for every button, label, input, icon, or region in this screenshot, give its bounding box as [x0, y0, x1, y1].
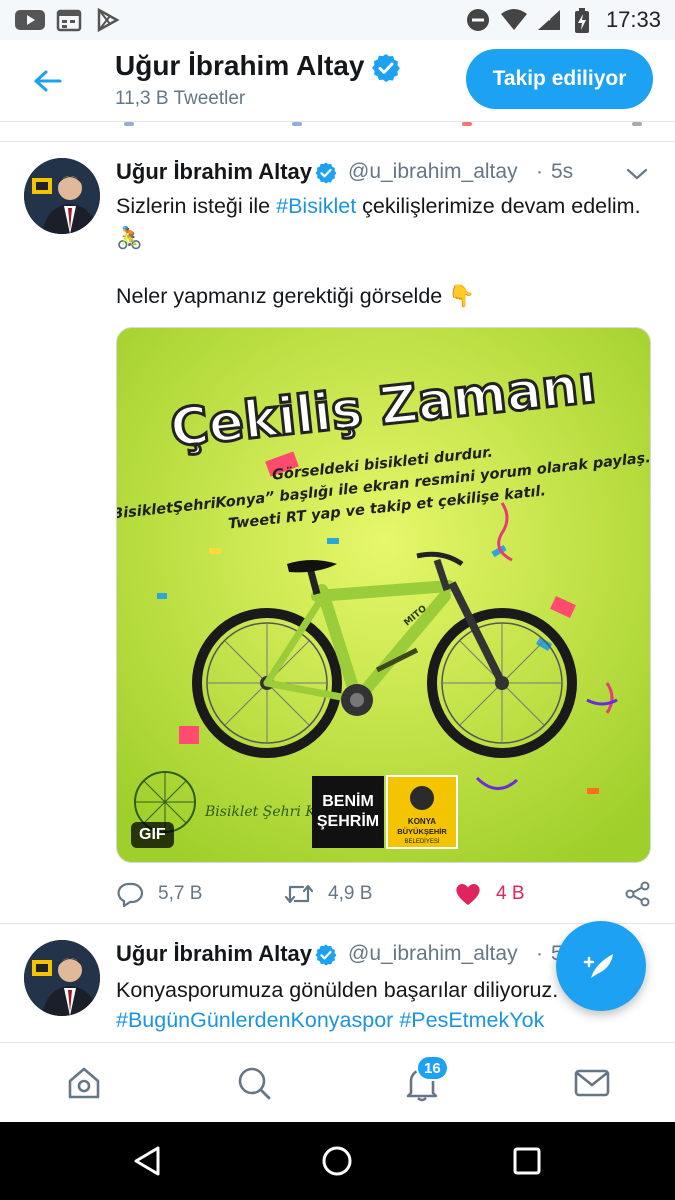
like-count: 4 B	[496, 883, 525, 904]
tweet-author-name[interactable]: Uğur İbrahim Altay	[116, 159, 312, 185]
remnant-mark	[632, 122, 642, 126]
reply-button[interactable]: 5,7 B	[116, 872, 202, 916]
tweet-text-part: Sizlerin isteği ile	[116, 194, 277, 218]
verified-badge-icon	[315, 944, 337, 966]
tweet-timestamp: 5s	[551, 160, 574, 183]
like-button[interactable]: 4 B	[454, 872, 525, 916]
benim-sehrim-logo	[312, 776, 384, 848]
heart-icon	[456, 883, 480, 905]
system-navigation-bar	[0, 1122, 675, 1200]
profile-name: Uğur İbrahim Altay	[115, 50, 365, 81]
remnant-mark	[462, 122, 472, 126]
wifi-icon	[501, 9, 527, 30]
compose-tweet-button[interactable]	[556, 921, 646, 1011]
tweet-text: Sizlerin isteği ile #Bisiklet çekilişler…	[116, 190, 646, 254]
tweet-text: Konyasporumuza gönülden başarılar diliyo…	[116, 978, 559, 1002]
messages-envelope-icon[interactable]	[572, 1063, 612, 1103]
tweet-actions: 5,7 B 4,9 B 4 B	[0, 872, 675, 916]
reply-count: 5,7 B	[158, 883, 203, 904]
konya-logo-text-2: BÜYÜKŞEHİR	[397, 827, 447, 836]
home-icon[interactable]	[64, 1063, 104, 1103]
tweet-author-name[interactable]: Uğur İbrahim Altay	[116, 941, 312, 967]
tweet-author-handle[interactable]: @u_ibrahim_altay	[348, 942, 518, 966]
system-home-icon[interactable]	[320, 1144, 354, 1178]
verified-badge-icon	[372, 54, 400, 82]
compose-feather-icon	[583, 954, 613, 978]
bottom-navigation: 16	[0, 1042, 675, 1122]
youtube-icon	[15, 10, 45, 30]
avatar-image	[24, 158, 100, 234]
benim-sehrim-text-1: BENİM	[322, 792, 374, 810]
following-button[interactable]: Takip ediliyor	[466, 49, 653, 109]
avatar[interactable]	[24, 940, 100, 1016]
share-icon	[625, 881, 650, 907]
avatar[interactable]	[24, 158, 100, 234]
system-recents-icon[interactable]	[510, 1144, 544, 1178]
battery-icon	[575, 8, 589, 33]
share-button[interactable]	[624, 872, 652, 916]
notifications-badge: 16	[416, 1055, 449, 1081]
remnant-mark	[292, 122, 302, 126]
verified-badge-icon	[315, 162, 337, 184]
tweet-hashtags: #BugünGünlerdenKonyaspor #PesEtmekYok	[116, 1004, 646, 1036]
search-icon[interactable]	[234, 1063, 274, 1103]
signal-icon	[538, 10, 560, 30]
retweet-count: 4,9 B	[328, 883, 373, 904]
konya-logo-text-1: KONYA	[408, 817, 436, 826]
do-not-disturb-icon	[467, 9, 489, 31]
media-illustration: Çekiliş Zamanı Görseldeki bisikleti durd…	[117, 328, 650, 862]
status-bar: 17:33	[0, 0, 675, 40]
retweet-icon	[284, 884, 314, 904]
reply-icon	[117, 882, 144, 907]
previous-tweet-remnant	[0, 122, 675, 142]
play-store-icon	[97, 8, 120, 32]
clock: 17:33	[605, 7, 661, 32]
back-arrow-icon[interactable]	[30, 64, 64, 98]
chevron-down-icon[interactable]	[625, 166, 649, 182]
avatar-image	[24, 940, 100, 1016]
gif-badge[interactable]: GIF	[131, 822, 174, 848]
tweet-dot-separator: ·	[536, 942, 543, 965]
tweet-author-handle[interactable]: @u_ibrahim_altay	[348, 160, 518, 184]
benim-sehrim-text-2: ŞEHRİM	[317, 812, 379, 830]
hashtag-link[interactable]: #BugünGünlerdenKonyaspor	[116, 1008, 393, 1032]
tweet-media-gif[interactable]: Çekiliş Zamanı Görseldeki bisikleti durd…	[116, 327, 651, 863]
calendar-icon	[56, 9, 82, 32]
tweet-count: 11,3 B Tweetler	[115, 88, 246, 109]
profile-header: Uğur İbrahim Altay 11,3 B Tweetler Takip…	[0, 40, 675, 122]
tweet-dot-separator: ·	[536, 160, 543, 183]
system-back-icon[interactable]	[130, 1144, 164, 1178]
tweet-text-line: Neler yapmanız gerektiği görselde 👇	[116, 284, 475, 308]
hashtag-link[interactable]: #PesEtmekYok	[399, 1008, 544, 1032]
retweet-button[interactable]: 4,9 B	[284, 872, 372, 916]
hashtag-link[interactable]: #Bisiklet	[276, 194, 356, 218]
remnant-mark	[124, 122, 134, 126]
konya-logo-text-3: BELEDİYESİ	[404, 838, 439, 845]
